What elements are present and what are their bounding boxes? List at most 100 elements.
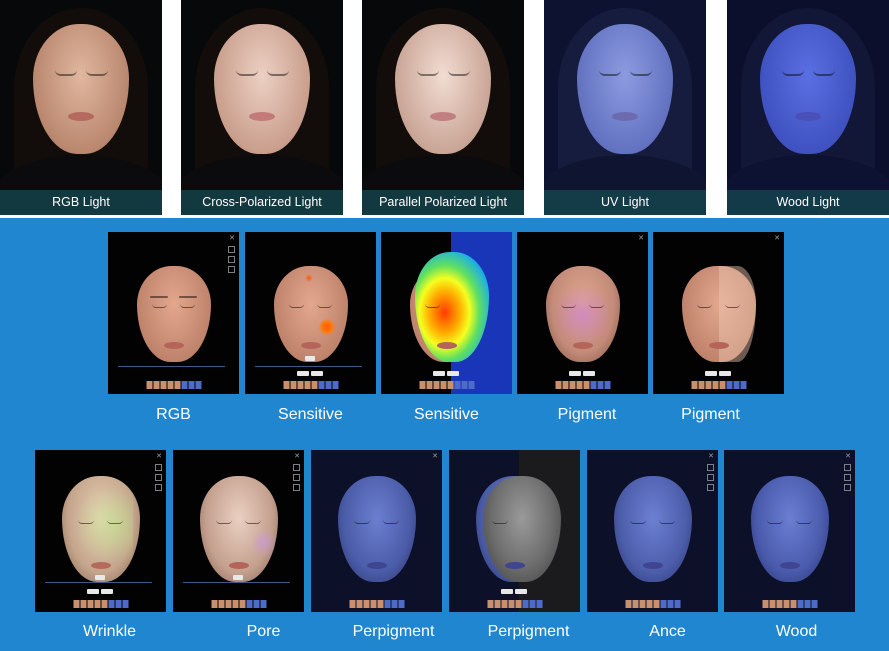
thumbnail[interactable] xyxy=(311,381,317,389)
thumbnail[interactable] xyxy=(153,381,159,389)
analysis-tile-sensitive[interactable] xyxy=(245,232,376,394)
toggle-chip[interactable] xyxy=(569,371,581,376)
slider-thumb[interactable] xyxy=(305,356,315,361)
thumbnail[interactable] xyxy=(122,600,128,608)
thumbnail[interactable] xyxy=(740,381,746,389)
thumbnail[interactable] xyxy=(667,600,673,608)
thumbnail[interactable] xyxy=(705,381,711,389)
thumbnail[interactable] xyxy=(576,381,582,389)
thumbnail[interactable] xyxy=(232,600,238,608)
analysis-tile-wood[interactable]: ✕ xyxy=(724,450,855,612)
thumbnail[interactable] xyxy=(290,381,296,389)
thumbnail[interactable] xyxy=(211,600,217,608)
close-icon[interactable]: ✕ xyxy=(638,235,644,242)
thumbnail[interactable] xyxy=(487,600,493,608)
thumbnail[interactable] xyxy=(569,381,575,389)
tool-icon[interactable] xyxy=(155,474,162,481)
tool-icon[interactable] xyxy=(228,266,235,273)
thumbnail[interactable] xyxy=(604,381,610,389)
thumbnail[interactable] xyxy=(325,381,331,389)
close-icon[interactable]: ✕ xyxy=(845,453,851,460)
toggle-chip[interactable] xyxy=(447,371,459,376)
close-icon[interactable]: ✕ xyxy=(294,453,300,460)
thumbnail[interactable] xyxy=(297,381,303,389)
thumbnail[interactable] xyxy=(167,381,173,389)
thumbnail[interactable] xyxy=(447,381,453,389)
close-icon[interactable]: ✕ xyxy=(229,235,235,242)
thumbnail[interactable] xyxy=(440,381,446,389)
thumbnail[interactable] xyxy=(726,381,732,389)
close-icon[interactable]: ✕ xyxy=(156,453,162,460)
thumbnail[interactable] xyxy=(283,381,289,389)
thumbnail[interactable] xyxy=(356,600,362,608)
toggle-chip[interactable] xyxy=(719,371,731,376)
close-icon[interactable]: ✕ xyxy=(708,453,714,460)
toggle-chip[interactable] xyxy=(705,371,717,376)
thumbnail[interactable] xyxy=(639,600,645,608)
thumbnail[interactable] xyxy=(790,600,796,608)
thumbnail[interactable] xyxy=(398,600,404,608)
analysis-tile-pigment-split[interactable]: ✕ xyxy=(653,232,784,394)
thumbnail[interactable] xyxy=(239,600,245,608)
thumbnail[interactable] xyxy=(583,381,589,389)
thumbnail[interactable] xyxy=(433,381,439,389)
thumbnail[interactable] xyxy=(508,600,514,608)
tool-icon[interactable] xyxy=(155,464,162,471)
thumbnail[interactable] xyxy=(146,381,152,389)
thumbnail[interactable] xyxy=(363,600,369,608)
analysis-tile-perpigment[interactable]: ✕ xyxy=(311,450,442,612)
tool-icon[interactable] xyxy=(293,484,300,491)
thumbnail[interactable] xyxy=(769,600,775,608)
thumbnail[interactable] xyxy=(674,600,680,608)
tool-icon[interactable] xyxy=(293,474,300,481)
thumbnail[interactable] xyxy=(181,381,187,389)
thumbnail[interactable] xyxy=(260,600,266,608)
tool-icon[interactable] xyxy=(707,484,714,491)
thumbnail[interactable] xyxy=(370,600,376,608)
tool-icon[interactable] xyxy=(228,246,235,253)
thumbnail[interactable] xyxy=(468,381,474,389)
thumbnail[interactable] xyxy=(160,381,166,389)
tool-icon[interactable] xyxy=(155,484,162,491)
analysis-tile-sensitive-heatmap[interactable] xyxy=(381,232,512,394)
analysis-tile-pigment[interactable]: ✕ xyxy=(517,232,648,394)
slider-thumb[interactable] xyxy=(233,575,243,580)
toggle-chip[interactable] xyxy=(515,589,527,594)
thumbnail[interactable] xyxy=(797,600,803,608)
thumbnail[interactable] xyxy=(522,600,528,608)
tool-icon[interactable] xyxy=(707,474,714,481)
thumbnail[interactable] xyxy=(762,600,768,608)
toggle-chip[interactable] xyxy=(583,371,595,376)
thumbnail[interactable] xyxy=(562,381,568,389)
thumbnail[interactable] xyxy=(218,600,224,608)
toggle-chip[interactable] xyxy=(501,589,513,594)
thumbnail[interactable] xyxy=(461,381,467,389)
thumbnail[interactable] xyxy=(597,381,603,389)
thumbnail[interactable] xyxy=(804,600,810,608)
toggle-chip[interactable] xyxy=(433,371,445,376)
thumbnail[interactable] xyxy=(377,600,383,608)
thumbnail[interactable] xyxy=(653,600,659,608)
thumbnail[interactable] xyxy=(660,600,666,608)
thumbnail[interactable] xyxy=(384,600,390,608)
thumbnail[interactable] xyxy=(733,381,739,389)
thumbnail[interactable] xyxy=(108,600,114,608)
thumbnail[interactable] xyxy=(349,600,355,608)
thumbnail[interactable] xyxy=(719,381,725,389)
analysis-tile-rgb[interactable]: ✕ xyxy=(108,232,239,394)
thumbnail[interactable] xyxy=(426,381,432,389)
thumbnail[interactable] xyxy=(304,381,310,389)
close-icon[interactable]: ✕ xyxy=(774,235,780,242)
thumbnail[interactable] xyxy=(529,600,535,608)
thumbnail[interactable] xyxy=(195,381,201,389)
thumbnail[interactable] xyxy=(691,381,697,389)
analysis-tile-ance[interactable]: ✕ xyxy=(587,450,718,612)
thumbnail[interactable] xyxy=(536,600,542,608)
close-icon[interactable]: ✕ xyxy=(432,453,438,460)
thumbnail[interactable] xyxy=(646,600,652,608)
tool-icon[interactable] xyxy=(844,484,851,491)
toggle-chip[interactable] xyxy=(87,589,99,594)
thumbnail[interactable] xyxy=(188,381,194,389)
analysis-tile-perpigment-split[interactable] xyxy=(449,450,580,612)
thumbnail[interactable] xyxy=(698,381,704,389)
